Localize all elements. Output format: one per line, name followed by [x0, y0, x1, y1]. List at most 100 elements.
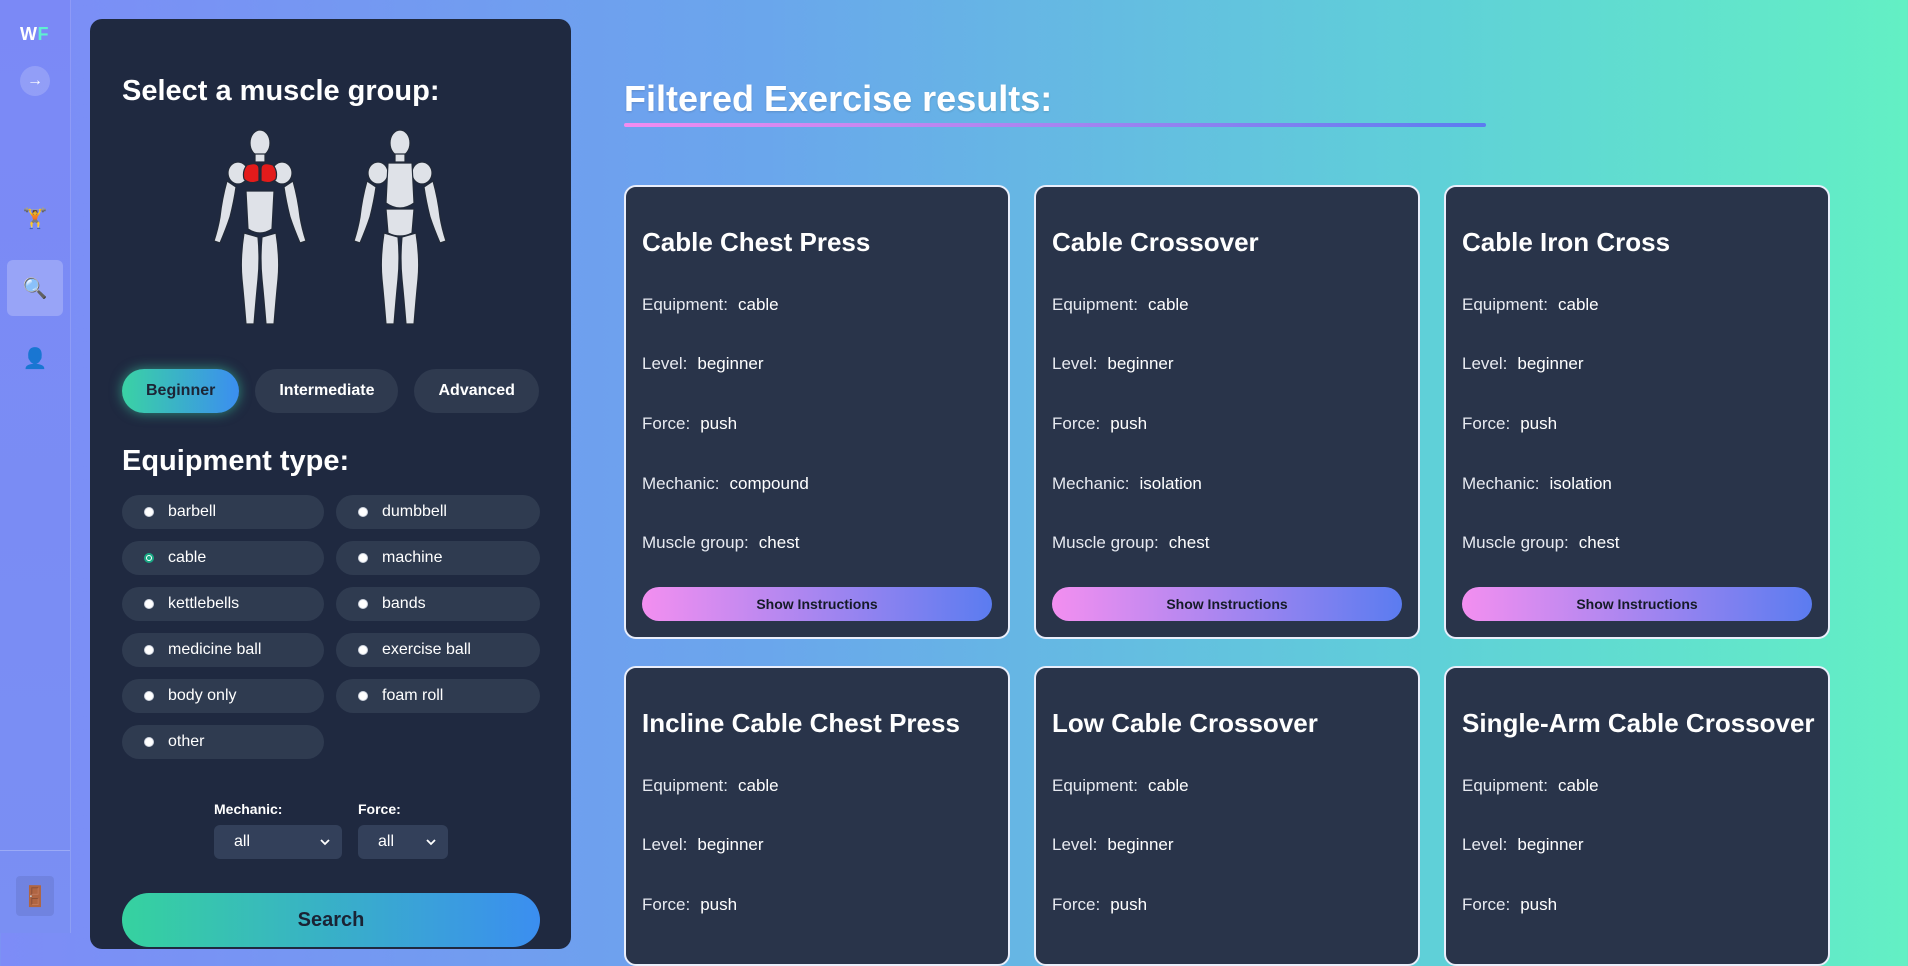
exercise-card: Cable Iron Cross Equipment: cable Level: b… — [1444, 185, 1830, 639]
equipment-option-machine[interactable]: machine — [336, 541, 540, 575]
equipment-option-dumbbell[interactable]: dumbbell — [336, 495, 540, 529]
equipment-field: Equipment: cable — [1052, 295, 1189, 315]
field-value: push — [1110, 414, 1148, 433]
level-advanced-button[interactable]: Advanced — [414, 369, 539, 413]
field-value: cable — [738, 776, 779, 795]
field-label: Muscle group: — [1052, 533, 1159, 552]
sidebar-item-search[interactable]: 🔍 — [7, 260, 63, 316]
field-label: Level: — [642, 835, 688, 854]
equipment-field: Equipment: cable — [642, 295, 779, 315]
radio-button[interactable] — [358, 507, 368, 517]
equipment-field: Equipment: cable — [1462, 295, 1599, 315]
muscle-map[interactable] — [200, 129, 460, 329]
radio-button[interactable] — [358, 599, 368, 609]
mechanic-filter: Mechanic: all — [214, 801, 342, 859]
search-button[interactable]: Search — [122, 893, 540, 947]
radio-button[interactable] — [144, 599, 154, 609]
field-label: Muscle group: — [642, 533, 749, 552]
exercise-name: Cable Iron Cross — [1462, 227, 1671, 257]
radio-button[interactable] — [144, 507, 154, 517]
field-label: Muscle group: — [1462, 533, 1569, 552]
exercise-card: Cable Crossover Equipment: cable Level: be… — [1034, 185, 1420, 639]
field-value: chest — [1168, 533, 1210, 552]
field-value: beginner — [1107, 835, 1174, 854]
sidebar-item-profile[interactable]: 👤 — [7, 330, 63, 386]
field-label: Mechanic: — [1052, 474, 1130, 493]
field-value: beginner — [697, 835, 764, 854]
front-body-figure[interactable] — [213, 129, 307, 325]
logo-letter-f: F — [37, 24, 49, 44]
field-label: Equipment: — [1052, 776, 1138, 795]
field-value: push — [1520, 895, 1558, 914]
level-field: Level: beginner — [1462, 354, 1584, 374]
field-label: Force: — [642, 895, 691, 914]
door-icon: 🚪 — [22, 885, 48, 908]
field-label: Level: — [1462, 835, 1508, 854]
field-value: chest — [1578, 533, 1620, 552]
force-field: Force: push — [1052, 895, 1147, 915]
radio-button[interactable] — [144, 691, 154, 701]
equipment-option-other[interactable]: other — [122, 725, 324, 759]
back-body-figure[interactable] — [353, 129, 447, 325]
level-field: Level: beginner — [1052, 354, 1174, 374]
level-field: Level: beginner — [642, 354, 764, 374]
level-field: Level: beginner — [1052, 835, 1174, 855]
exercise-card: Single-Arm Cable Crossover Equipment: cab… — [1444, 666, 1830, 966]
radio-button[interactable] — [358, 553, 368, 563]
exercise-name: Single-Arm Cable Crossover — [1462, 708, 1815, 738]
level-selector: Beginner Intermediate Advanced — [122, 369, 539, 413]
equipment-option-foam-roll[interactable]: foam roll — [336, 679, 540, 713]
level-beginner-button[interactable]: Beginner — [122, 369, 240, 413]
exercise-name: Low Cable Crossover — [1052, 708, 1318, 738]
field-label: Force: — [642, 414, 691, 433]
equipment-label: medicine ball — [168, 641, 262, 658]
field-value: push — [1110, 895, 1148, 914]
arrow-right-icon: → — [27, 72, 43, 89]
sidebar-item-workout[interactable]: 🏋 — [7, 190, 63, 246]
field-value: cable — [738, 295, 779, 314]
radio-button[interactable] — [144, 737, 154, 747]
field-value: beginner — [1517, 835, 1584, 854]
radio-button[interactable] — [358, 645, 368, 655]
equipment-label: kettlebells — [168, 595, 240, 612]
show-instructions-button[interactable]: Show Instructions — [1052, 587, 1402, 621]
radio-button[interactable] — [144, 645, 154, 655]
radio-button-selected[interactable] — [144, 553, 154, 563]
equipment-option-kettlebells[interactable]: kettlebells — [122, 587, 324, 621]
logout-button[interactable]: 🚪 — [16, 876, 54, 916]
force-filter: Force: all — [358, 801, 448, 859]
mechanic-select[interactable]: all — [214, 825, 342, 859]
force-select[interactable]: all — [358, 825, 448, 859]
expand-sidebar-button[interactable]: → — [20, 66, 50, 96]
mechanic-field: Mechanic: compound — [642, 474, 809, 494]
field-value: cable — [1558, 776, 1599, 795]
chevron-down-icon — [426, 839, 436, 846]
chest-muscle-highlight — [242, 163, 260, 184]
equipment-option-barbell[interactable]: barbell — [122, 495, 324, 529]
force-field: Force: push — [642, 414, 737, 434]
field-label: Equipment: — [1462, 776, 1548, 795]
field-label: Equipment: — [1462, 295, 1548, 314]
radio-button[interactable] — [358, 691, 368, 701]
equipment-option-exercise-ball[interactable]: exercise ball — [336, 633, 540, 667]
equipment-option-medicine-ball[interactable]: medicine ball — [122, 633, 324, 667]
muscle-group-field: Muscle group: chest — [1462, 533, 1619, 553]
equipment-option-bands[interactable]: bands — [336, 587, 540, 621]
field-label: Level: — [642, 354, 688, 373]
exercise-name: Incline Cable Chest Press — [642, 708, 960, 738]
app-logo[interactable]: WF — [20, 24, 49, 45]
mechanic-selected-value: all — [234, 833, 251, 850]
show-instructions-button[interactable]: Show Instructions — [1462, 587, 1812, 621]
field-label: Mechanic: — [642, 474, 720, 493]
field-label: Level: — [1052, 835, 1098, 854]
show-instructions-button[interactable]: Show Instructions — [642, 587, 992, 621]
profile-icon: 👤 — [22, 347, 48, 370]
muscle-group-field: Muscle group: chest — [1052, 533, 1209, 553]
filter-panel: Select a muscle group: Beginner Intermed… — [90, 19, 571, 949]
muscle-group-title: Select a muscle group: — [122, 75, 440, 107]
equipment-option-cable[interactable]: cable — [122, 541, 324, 575]
equipment-label: machine — [382, 549, 443, 566]
field-value: compound — [729, 474, 809, 493]
equipment-option-body-only[interactable]: body only — [122, 679, 324, 713]
level-intermediate-button[interactable]: Intermediate — [255, 369, 399, 413]
